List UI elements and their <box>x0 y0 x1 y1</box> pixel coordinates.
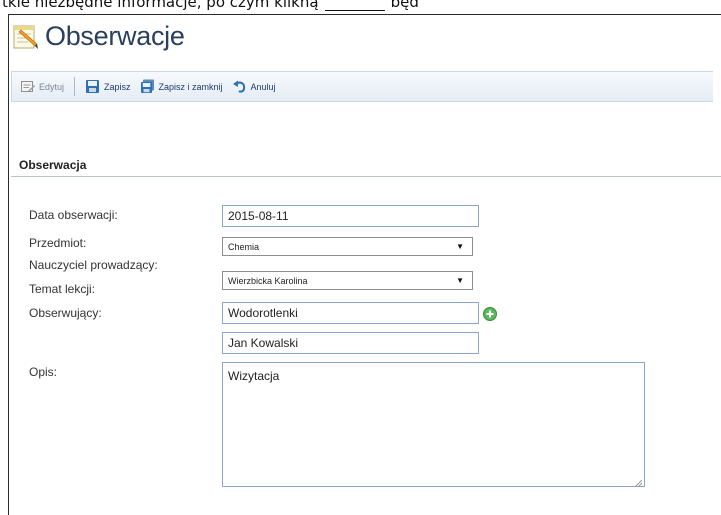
toolbar: Edytuj Zapisz Zapisz i zamknij Anuluj <box>11 71 713 102</box>
resize-grip-icon[interactable] <box>634 476 643 488</box>
observer-value: Jan Kowalski <box>228 336 299 350</box>
instruction-text-before: tkie niezbędne informacje, po czym klikn… <box>2 0 319 11</box>
save-close-button-label: Zapisz i zamknij <box>158 81 223 92</box>
edit-button-label: Edytuj <box>39 81 65 92</box>
topic-value: Wodorotlenki <box>228 306 298 320</box>
save-close-icon <box>140 79 155 94</box>
subject-select[interactable]: Chemia ▼ <box>222 237 473 256</box>
observer-label: Obserwujący: <box>29 306 102 320</box>
instruction-text-after: będ <box>390 0 419 11</box>
section-title: Obserwacja <box>19 158 87 172</box>
instruction-text-underline <box>324 10 385 11</box>
cancel-button-label: Anuluj <box>250 81 276 92</box>
edit-icon <box>20 79 35 94</box>
edit-button[interactable]: Edytuj <box>20 79 64 94</box>
undo-icon <box>232 79 247 94</box>
chevron-down-icon: ▼ <box>456 276 464 285</box>
date-label: Data obserwacji: <box>29 208 118 222</box>
description-value: Wizytacja <box>228 369 280 383</box>
subject-value: Chemia <box>228 241 260 252</box>
add-icon[interactable] <box>483 306 497 321</box>
teacher-select[interactable]: Wierzbicka Karolina ▼ <box>222 271 473 290</box>
chevron-down-icon: ▼ <box>456 242 464 251</box>
page-header: Obserwacje <box>11 18 185 54</box>
subject-label: Przedmiot: <box>29 236 87 250</box>
instruction-text-fragment: tkie niezbędne informacje, po czym klikn… <box>0 0 721 14</box>
page-title: Obserwacje <box>45 20 185 51</box>
teacher-label: Nauczyciel prowadzący: <box>29 258 158 272</box>
toolbar-separator <box>74 77 76 96</box>
observer-field[interactable]: Jan Kowalski <box>222 332 479 354</box>
section-divider <box>11 176 721 177</box>
topic-field[interactable]: Wodorotlenki <box>222 302 479 324</box>
notepad-icon <box>11 22 39 50</box>
date-value: 2015-08-11 <box>228 209 289 223</box>
teacher-value: Wierzbicka Karolina <box>228 275 308 286</box>
topic-label: Temat lekcji: <box>29 282 96 296</box>
description-textarea[interactable]: Wizytacja <box>222 362 645 488</box>
cancel-button[interactable]: Anuluj <box>232 79 276 94</box>
save-icon <box>85 79 100 94</box>
description-label: Opis: <box>29 365 58 379</box>
date-field[interactable]: 2015-08-11 <box>222 205 479 227</box>
save-button[interactable]: Zapisz <box>85 79 131 94</box>
save-close-button[interactable]: Zapisz i zamknij <box>140 79 223 94</box>
save-button-label: Zapisz <box>104 81 131 92</box>
